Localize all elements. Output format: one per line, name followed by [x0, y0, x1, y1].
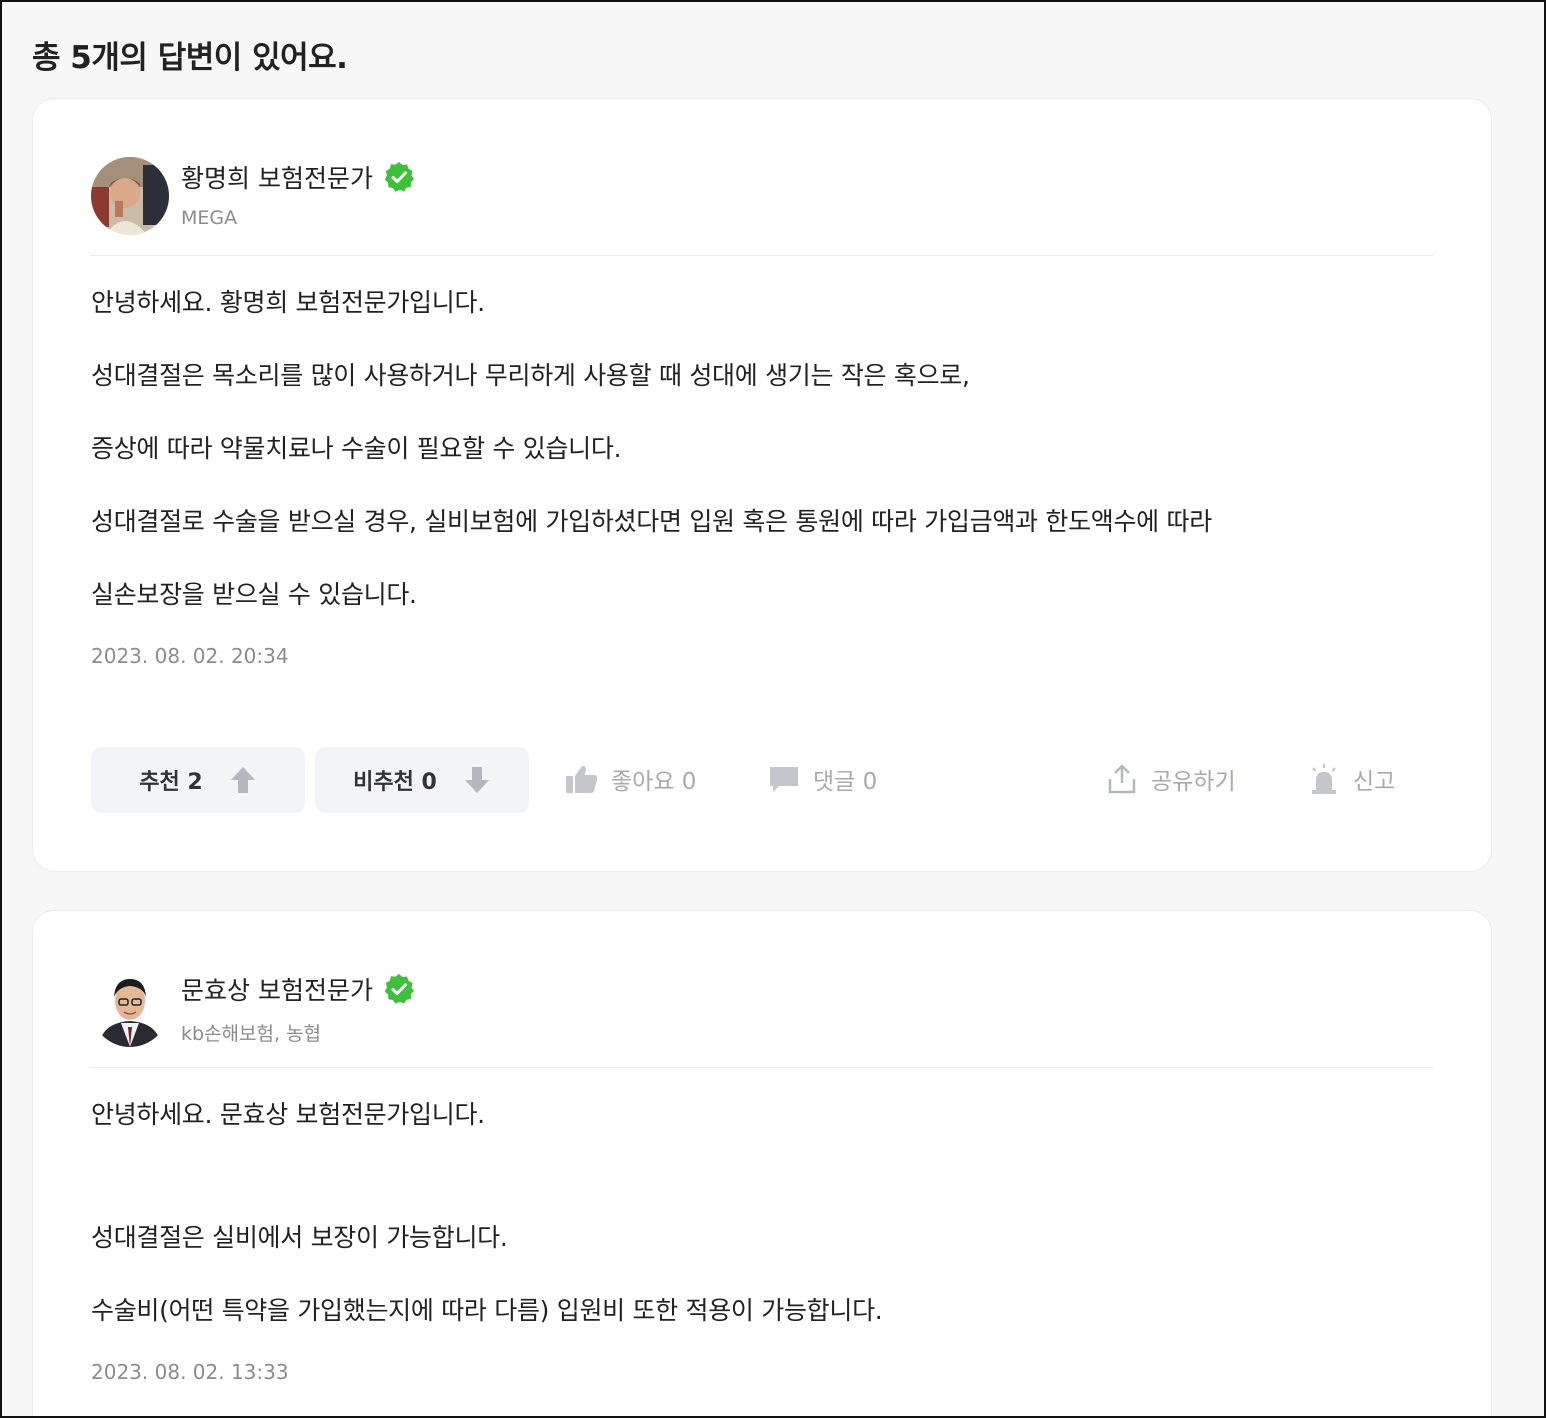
verified-check-icon [383, 973, 415, 1005]
answer-card: 황명희 보험전문가 MEGA 안녕하세요. 황명희 보험전문가입니다. 성대결절… [32, 98, 1492, 872]
share-label: 공유하기 [1151, 769, 1236, 795]
answer-timestamp: 2023. 08. 02. 20:34 [91, 644, 289, 668]
answer-text-line: 수술비(어떤 특약을 가입했는지에 따라 다름) 입원비 또한 적용이 가능합니… [91, 1296, 883, 1325]
avatar[interactable] [91, 157, 169, 235]
answer-count-heading: 총 5개의 답변이 있어요. [32, 40, 348, 76]
author-info: 황명희 보험전문가 MEGA [91, 157, 1091, 237]
siren-icon [1312, 764, 1336, 794]
comment-label: 댓글 0 [813, 769, 878, 795]
avatar[interactable] [91, 969, 169, 1047]
arrow-up-icon [230, 767, 255, 793]
report-label: 신고 [1353, 769, 1396, 795]
recommend-button[interactable]: 추천 2 [91, 747, 305, 813]
not-recommend-button[interactable]: 비추천 0 [315, 747, 529, 813]
answer-text-line: 성대결절로 수술을 받으실 경우, 실비보험에 가입하셨다면 입원 혹은 통원에… [91, 507, 1212, 536]
share-button[interactable]: 공유하기 [1105, 759, 1236, 799]
share-icon [1108, 764, 1136, 794]
author-organization: MEGA [181, 207, 238, 229]
thumbs-up-icon [566, 765, 598, 793]
answer-text-line: 성대결절은 목소리를 많이 사용하거나 무리하게 사용할 때 성대에 생기는 작… [91, 361, 970, 390]
divider [91, 255, 1433, 256]
answer-card: 문효상 보험전문가 kb손해보험, 농협 안녕하세요. 문효상 보험전문가입니다… [32, 910, 1492, 1416]
author-name[interactable]: 황명희 보험전문가 [181, 159, 415, 195]
answer-timestamp: 2023. 08. 02. 13:33 [91, 1360, 289, 1384]
author-organization: kb손해보험, 농협 [181, 1023, 322, 1045]
answer-text-line: 안녕하세요. 문효상 보험전문가입니다. [91, 1100, 485, 1129]
author-name[interactable]: 문효상 보험전문가 [181, 971, 415, 1007]
answer-text-line: 실손보장을 받으실 수 있습니다. [91, 580, 417, 609]
comment-button[interactable]: 댓글 0 [767, 759, 877, 799]
like-button[interactable]: 좋아요 0 [565, 759, 696, 799]
arrow-down-icon [464, 767, 489, 793]
answer-text-line: 성대결절은 실비에서 보장이 가능합니다. [91, 1223, 508, 1252]
not-recommend-label: 비추천 0 [353, 770, 437, 795]
recommend-label: 추천 2 [139, 770, 203, 795]
report-button[interactable]: 신고 [1307, 759, 1395, 799]
answer-text-line: 안녕하세요. 황명희 보험전문가입니다. [91, 288, 485, 317]
answers-panel: 총 5개의 답변이 있어요. 황명희 보험전문가 MEGA 안녕하세요. 황명희… [0, 0, 1546, 1418]
answer-text-line: 증상에 따라 약물치료나 수술이 필요할 수 있습니다. [91, 434, 622, 463]
divider [91, 1067, 1433, 1068]
author-info: 문효상 보험전문가 kb손해보험, 농협 [91, 969, 1091, 1049]
comment-icon [770, 767, 798, 792]
verified-check-icon [383, 161, 415, 193]
like-label: 좋아요 0 [611, 769, 697, 795]
